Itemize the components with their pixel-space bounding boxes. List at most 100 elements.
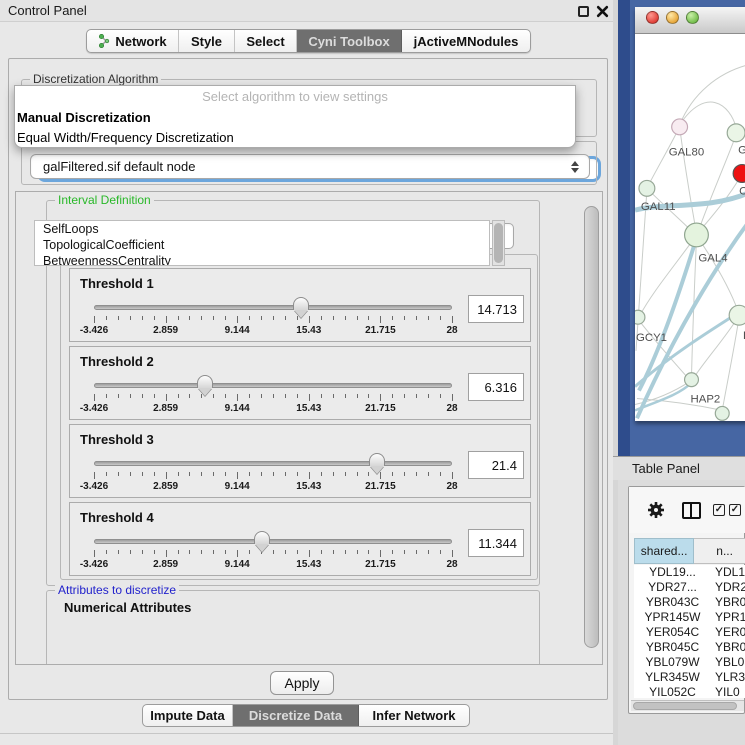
slider-tick-label: -3.426 — [80, 325, 108, 336]
slider-tick-label: -3.426 — [80, 481, 108, 492]
threshold-slider[interactable]: -3.4262.8599.14415.4321.71528 — [94, 533, 452, 573]
list-item[interactable]: SelfLoops — [35, 221, 489, 237]
threshold-value-field[interactable]: 21.4 — [468, 451, 524, 479]
desktop-background: GAL80GACGAL11GAL4GCY1HHAP2 — [618, 0, 745, 456]
control-panel-titlebar: Control Panel — [0, 0, 617, 22]
slider-tick-label: 28 — [446, 325, 457, 336]
column-header-name[interactable]: n... — [694, 538, 745, 564]
panel-title: Control Panel — [8, 3, 87, 18]
network-node[interactable] — [685, 373, 699, 387]
threshold-label: Threshold 2 — [80, 354, 154, 369]
dropdown-item-equal-width-frequency[interactable]: Equal Width/Frequency Discretization — [17, 128, 573, 148]
threshold-slider[interactable]: -3.4262.8599.14415.4321.71528 — [94, 455, 452, 495]
slider-tick-label: 21.715 — [365, 481, 396, 492]
tab-discretize-data[interactable]: Discretize Data — [233, 705, 359, 726]
table-toolbar: ✓ ✓ — [629, 487, 745, 533]
slider-thumb[interactable] — [197, 375, 213, 396]
tab-network[interactable]: Network — [87, 30, 179, 52]
close-icon[interactable] — [596, 5, 609, 18]
table-row[interactable]: YBR045CYBR0 — [634, 640, 745, 655]
threshold-value-field[interactable]: 11.344 — [468, 529, 524, 557]
slider-tick-label: 15.43 — [296, 403, 321, 414]
network-node[interactable] — [733, 165, 745, 183]
network-node[interactable] — [639, 180, 655, 196]
slider-tick-label: 28 — [446, 481, 457, 492]
network-node[interactable] — [715, 406, 729, 420]
threshold-label: Threshold 4 — [80, 510, 154, 525]
node-label: GAL11 — [641, 201, 676, 213]
table-row[interactable]: YDL19...YDL1 — [634, 565, 745, 580]
table-row[interactable]: YLR345WYLR3 — [634, 670, 745, 685]
slider-thumb[interactable] — [293, 297, 309, 318]
numerical-attributes-list: SelfLoops TopologicalCoefficient Between… — [34, 220, 490, 266]
combo-arrows-icon — [571, 161, 579, 173]
table-row[interactable]: YBR043CYBR0 — [634, 595, 745, 610]
settings-scrollpane: Interval Definition Number of Intervals … — [15, 191, 603, 665]
numerical-attributes-label: Numerical Attributes — [64, 600, 191, 615]
split-table-icon[interactable] — [682, 502, 701, 519]
table-row[interactable]: YBL079WYBL0 — [634, 655, 745, 670]
tab-impute-data[interactable]: Impute Data — [143, 705, 233, 726]
settings-scrollbar-thumb[interactable] — [584, 206, 599, 648]
network-node[interactable] — [727, 124, 745, 142]
network-icon — [98, 34, 110, 48]
slider-track[interactable] — [94, 539, 452, 544]
checkbox-icon[interactable]: ✓ — [713, 504, 725, 516]
network-window-titlebar[interactable] — [635, 7, 745, 34]
table-row[interactable]: YDR27...YDR2 — [634, 580, 745, 595]
node-label: GCY1 — [636, 332, 667, 344]
float-window-icon[interactable] — [578, 6, 589, 17]
right-column: GAL80GACGAL11GAL4GCY1HHAP2 Table Panel ✓… — [613, 0, 745, 745]
tab-label: Cyni Toolbox — [308, 34, 389, 49]
slider-tick-label: 9.144 — [225, 559, 250, 570]
table-row[interactable]: YER054CYER0 — [634, 625, 745, 640]
threshold-value-field[interactable]: 14.713 — [468, 295, 524, 323]
table-data-combobox[interactable]: galFiltered.sif default node — [30, 154, 590, 179]
tab-jactivemnodules[interactable]: jActiveMNodules — [402, 30, 530, 52]
network-node[interactable] — [729, 305, 745, 325]
dropdown-item-manual-discretization[interactable]: Manual Discretization — [17, 108, 573, 128]
table-row[interactable]: YIL052CYIL0 — [634, 685, 745, 698]
table-hscrollbar[interactable] — [631, 700, 744, 711]
list-item[interactable]: TopologicalCoefficient — [35, 237, 489, 253]
table-panel-titlebar: Table Panel — [613, 456, 745, 480]
slider-track[interactable] — [94, 461, 452, 466]
node-label: GAL4 — [698, 253, 727, 265]
tab-label: Infer Network — [372, 708, 455, 723]
slider-track[interactable] — [94, 383, 452, 388]
slider-thumb[interactable] — [254, 531, 270, 552]
threshold-slider[interactable]: -3.4262.8599.14415.4321.71528 — [94, 299, 452, 339]
network-node[interactable] — [635, 310, 645, 324]
table-row[interactable]: YPR145WYPR1 — [634, 610, 745, 625]
bottom-tab-bar: Impute Data Discretize Data Infer Networ… — [142, 704, 470, 727]
slider-tick-label: 28 — [446, 403, 457, 414]
gear-icon[interactable] — [647, 501, 665, 519]
attributes-list-scrollbar[interactable] — [492, 220, 505, 266]
node-label: GA — [738, 145, 745, 157]
threshold-slider[interactable]: -3.4262.8599.14415.4321.71528 — [94, 377, 452, 417]
close-traffic-light[interactable] — [646, 11, 659, 24]
slider-tick-label: 2.859 — [153, 403, 178, 414]
network-node[interactable] — [685, 223, 709, 247]
node-label: GAL80 — [669, 147, 704, 159]
network-node[interactable] — [672, 119, 688, 135]
table-panel-title: Table Panel — [632, 461, 700, 476]
threshold-panel: Threshold 2 -3.4262.8599.14415.4321.7152… — [69, 346, 531, 420]
zoom-traffic-light[interactable] — [686, 11, 699, 24]
threshold-value-field[interactable]: 6.316 — [468, 373, 524, 401]
network-canvas[interactable]: GAL80GACGAL11GAL4GCY1HHAP2 — [635, 34, 745, 421]
column-header-shared-name[interactable]: shared... — [634, 538, 694, 564]
tab-style[interactable]: Style — [179, 30, 235, 52]
list-item[interactable]: BetweennessCentrality — [35, 253, 489, 266]
tab-infer-network[interactable]: Infer Network — [359, 705, 469, 726]
tab-cyni-toolbox[interactable]: Cyni Toolbox — [297, 30, 402, 52]
apply-button[interactable]: Apply — [270, 671, 334, 695]
slider-track[interactable] — [94, 305, 452, 310]
slider-tick-label: 2.859 — [153, 559, 178, 570]
checkbox-icon[interactable]: ✓ — [729, 504, 741, 516]
minimize-traffic-light[interactable] — [666, 11, 679, 24]
threshold-label: Threshold 1 — [80, 276, 154, 291]
threshold-panel: Threshold 4 -3.4262.8599.14415.4321.7152… — [69, 502, 531, 576]
slider-thumb[interactable] — [369, 453, 385, 474]
tab-select[interactable]: Select — [235, 30, 297, 52]
